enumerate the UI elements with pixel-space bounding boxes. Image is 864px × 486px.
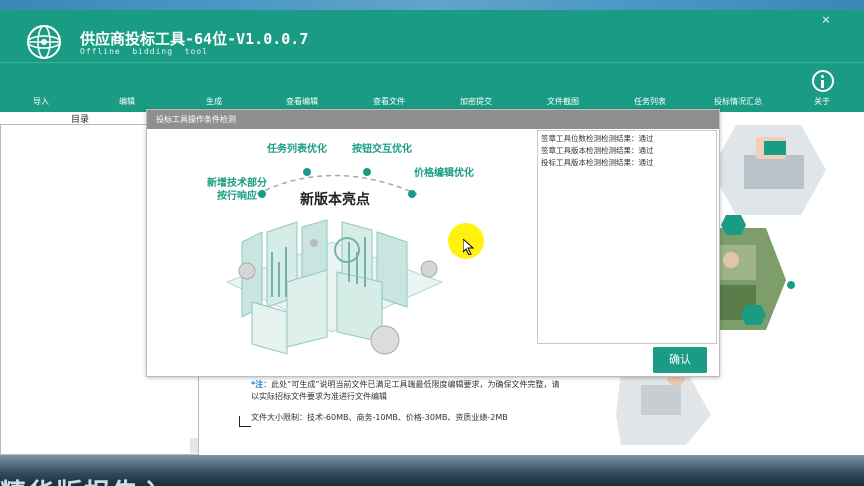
new-version-illustration: 新增技术部分 按行响应 任务列表优化 按钮交互优化 价格编辑优化 新版本亮点 <box>207 142 474 355</box>
condition-check-dialog: 投标工具操作条件检测 新增技术部分 按行响应 任务列表优化 按钮交互优化 价格编… <box>146 109 720 377</box>
log-line: 签章工具版本检测检测结果：通过 <box>541 146 654 155</box>
note-star: *注 <box>251 380 264 389</box>
mouse-pointer-icon <box>463 239 475 255</box>
nav-import[interactable]: 导入 <box>6 96 76 107</box>
log-line: 签章工具位数检测检测结果：通过 <box>541 134 654 143</box>
desktop-background-bottom: 精华版报告入 <box>0 455 864 486</box>
feature-label-row: 按行响应 <box>217 189 257 202</box>
main-toolbar: 导入 编辑 生成 查看编辑 查看文件 加密提交 文件截图 任务列表 投标情况汇总… <box>0 62 864 112</box>
feature-label-buttons: 按钮交互优化 <box>352 142 412 155</box>
generation-note: *注：此处“可生成”说明当前文件已满足工具端最低限度编辑要求，为确保文件完整，请… <box>251 379 561 403</box>
limit-title: 文件大小限制 <box>251 413 299 422</box>
dialog-title: 投标工具操作条件检测 <box>156 115 236 124</box>
log-line: 投标工具版本检测检测结果：通过 <box>541 158 654 167</box>
feature-label-tasklist: 任务列表优化 <box>266 142 327 155</box>
nav-edit[interactable]: 编辑 <box>92 96 162 107</box>
feature-label-price: 价格编辑优化 <box>414 166 474 179</box>
dialog-header: 投标工具操作条件检测 <box>147 110 719 129</box>
nav-view-file[interactable]: 查看文件 <box>354 96 424 107</box>
confirm-button[interactable]: 确认 <box>653 347 707 373</box>
company-logo-icon <box>27 25 61 59</box>
nav-bid-summary[interactable]: 投标情况汇总 <box>703 96 773 107</box>
nav-about[interactable]: 关于 <box>787 96 857 107</box>
note-text: ：此处“可生成”说明当前文件已满足工具端最低限度编辑要求，为确保文件完整，请以实… <box>251 380 560 401</box>
app-subtitle: Offline bidding tool <box>80 47 208 56</box>
nav-generate[interactable]: 生成 <box>179 96 249 107</box>
nav-encrypt-submit[interactable]: 加密提交 <box>441 96 511 107</box>
corner-bracket-decoration <box>239 416 251 427</box>
file-size-limit-note: 文件大小限制：技术-60MB、商务-10MB、价格-30MB、资质业绩-2MB <box>251 412 561 423</box>
illustration-headline: 新版本亮点 <box>300 191 370 208</box>
nav-task-list[interactable]: 任务列表 <box>615 96 685 107</box>
title-bar: 供应商投标工具-64位-V1.0.0.7 Offline bidding too… <box>0 10 864 62</box>
background-watermark-text: 精华版报告入 <box>0 473 168 486</box>
toc-scrollbar[interactable] <box>190 438 198 453</box>
limit-text: ：技术-60MB、商务-10MB、价格-30MB、资质业绩-2MB <box>299 413 508 422</box>
info-icon[interactable] <box>812 70 834 92</box>
close-button[interactable]: × <box>819 13 833 27</box>
desktop-background-top <box>0 0 864 10</box>
app-title: 供应商投标工具-64位-V1.0.0.7 <box>80 30 309 48</box>
check-result-log[interactable]: 签章工具位数检测检测结果：通过 签章工具版本检测检测结果：通过 投标工具版本检测… <box>537 130 717 344</box>
nav-view-edit[interactable]: 查看编辑 <box>267 96 337 107</box>
nav-file-screenshot[interactable]: 文件截图 <box>528 96 598 107</box>
feature-label-tech: 新增技术部分 <box>207 176 267 189</box>
